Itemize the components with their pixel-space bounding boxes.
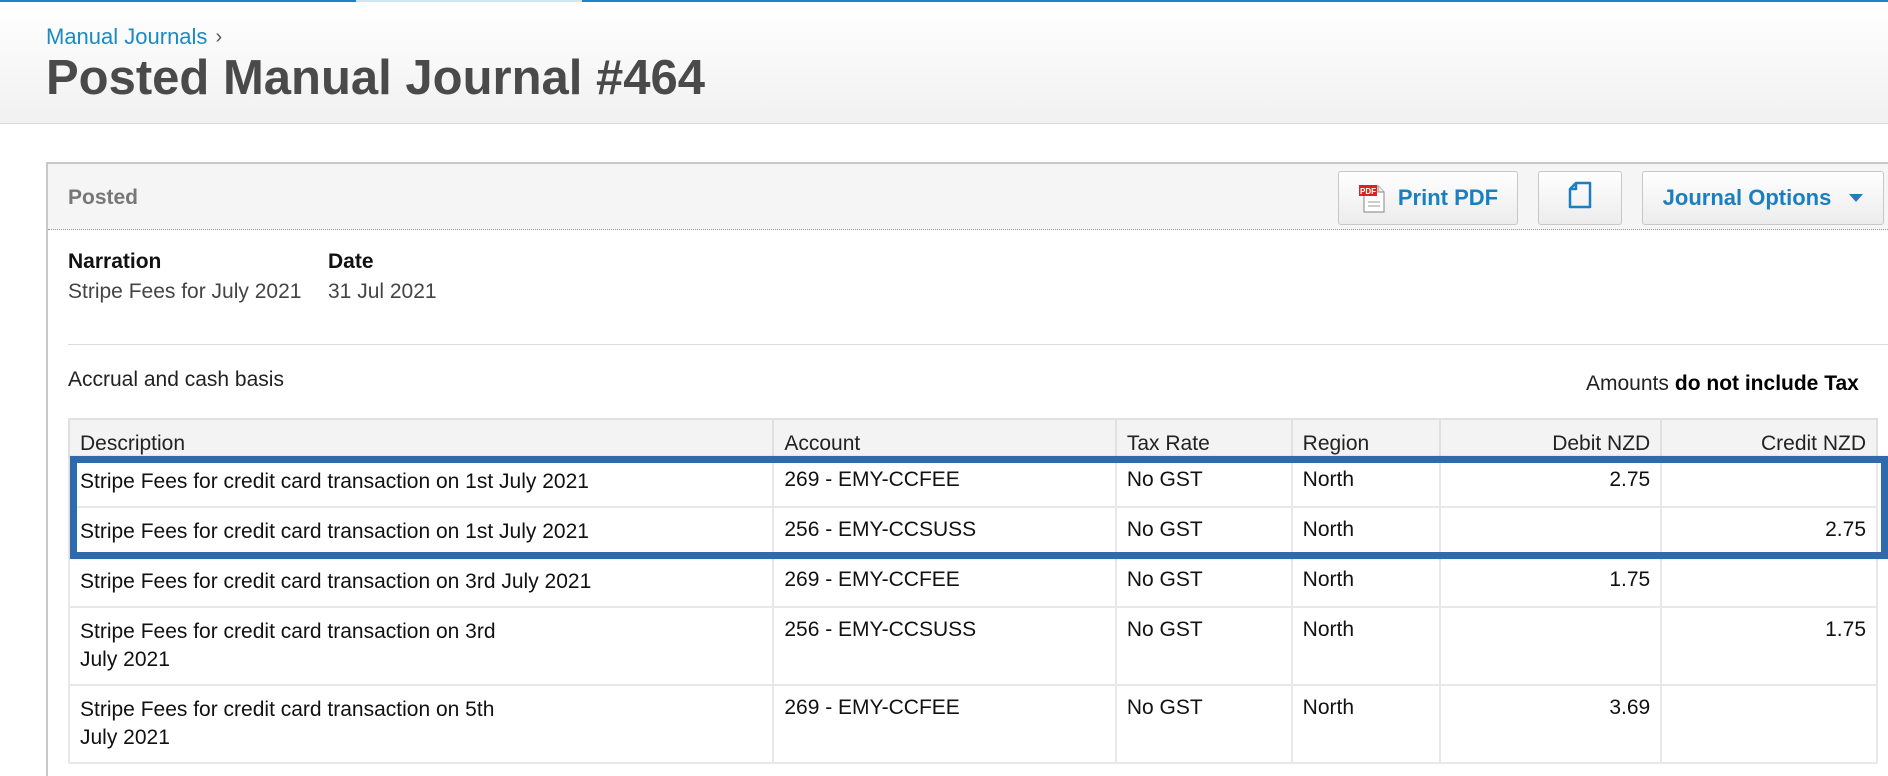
tax-rate-cell: No GST [1114,606,1293,686]
region-cell: North [1290,456,1441,508]
credit-cell: 2.75 [1660,506,1878,558]
svg-text:PDF: PDF [1360,187,1376,196]
credit-cell [1660,684,1878,764]
table-row: Stripe Fees for credit card transaction … [67,606,1878,686]
breadcrumb-manual-journals-link[interactable]: Manual Journals [46,24,207,50]
debit-cell [1438,506,1663,558]
tax-rate-cell: No GST [1114,456,1293,508]
narration-value: Stripe Fees for July 2021 [68,280,302,303]
date-label: Date [328,250,374,273]
account-cell: 256 - EMY-CCSUSS [772,606,1117,686]
table-row: Stripe Fees for credit card transaction … [67,456,1878,508]
account-cell: 269 - EMY-CCFEE [772,556,1117,608]
narration-label: Narration [68,250,162,273]
debit-cell: 3.69 [1438,684,1663,764]
table-row: Stripe Fees for credit card transaction … [67,684,1878,764]
tax-note-prefix: Amounts [1586,372,1669,395]
credit-cell: 1.75 [1660,606,1878,686]
panel-toolbar: Posted PDF Print PDF Journal Options [48,164,1888,230]
copy-document-icon [1567,180,1593,216]
region-cell: North [1290,506,1441,558]
debit-cell [1438,606,1663,686]
column-header-region: Region [1290,418,1441,458]
account-cell: 256 - EMY-CCSUSS [772,506,1117,558]
debit-cell: 2.75 [1438,456,1663,508]
column-header-account: Account [772,418,1117,458]
caret-down-icon [1849,194,1864,202]
journal-lines-table: Description Account Tax Rate Region Debi… [67,418,1878,764]
tax-note: Amounts do not include Tax [1586,372,1859,396]
table-header-row: Description Account Tax Rate Region Debi… [67,418,1878,458]
tax-rate-cell: No GST [1114,684,1293,764]
section-divider [68,344,1888,345]
date-value: 31 Jul 2021 [328,280,437,303]
pdf-file-icon: PDF [1358,182,1388,214]
column-header-tax-rate: Tax Rate [1114,418,1293,458]
journal-options-label: Journal Options [1662,185,1832,210]
description-cell: Stripe Fees for credit card transaction … [67,606,775,686]
breadcrumb: Manual Journals › [46,24,222,50]
column-header-debit: Debit NZD [1438,418,1663,458]
credit-cell [1660,456,1878,508]
date-block: Date 31 Jul 2021 [328,250,437,304]
description-cell: Stripe Fees for credit card transaction … [67,456,775,508]
column-header-credit: Credit NZD [1660,418,1878,458]
tax-rate-cell: No GST [1114,506,1293,558]
table-row: Stripe Fees for credit card transaction … [67,556,1878,608]
region-cell: North [1290,556,1441,608]
credit-cell [1660,556,1878,608]
copy-journal-button[interactable] [1538,171,1622,225]
breadcrumb-separator: › [215,25,223,48]
accounting-basis: Accrual and cash basis [68,368,284,391]
print-pdf-label: Print PDF [1397,185,1499,210]
description-cell: Stripe Fees for credit card transaction … [67,506,775,558]
journal-panel: Posted PDF Print PDF Journal Options Nar… [46,162,1888,776]
page-title: Posted Manual Journal #464 [46,51,705,105]
print-pdf-button[interactable]: PDF Print PDF [1338,171,1518,225]
column-header-description: Description [67,418,775,458]
account-cell: 269 - EMY-CCFEE [772,456,1117,508]
narration-block: Narration Stripe Fees for July 2021 [68,250,301,304]
description-cell: Stripe Fees for credit card transaction … [67,684,775,764]
status-label: Posted [68,186,139,209]
region-cell: North [1290,606,1441,686]
debit-cell: 1.75 [1438,556,1663,608]
tax-note-emphasis: do not include Tax [1674,372,1859,395]
page-header: Manual Journals › Posted Manual Journal … [0,2,1888,124]
table-row: Stripe Fees for credit card transaction … [67,506,1878,558]
tax-rate-cell: No GST [1114,556,1293,608]
journal-options-button[interactable]: Journal Options [1642,171,1884,225]
description-cell: Stripe Fees for credit card transaction … [67,556,775,608]
account-cell: 269 - EMY-CCFEE [772,684,1117,764]
region-cell: North [1290,684,1441,764]
